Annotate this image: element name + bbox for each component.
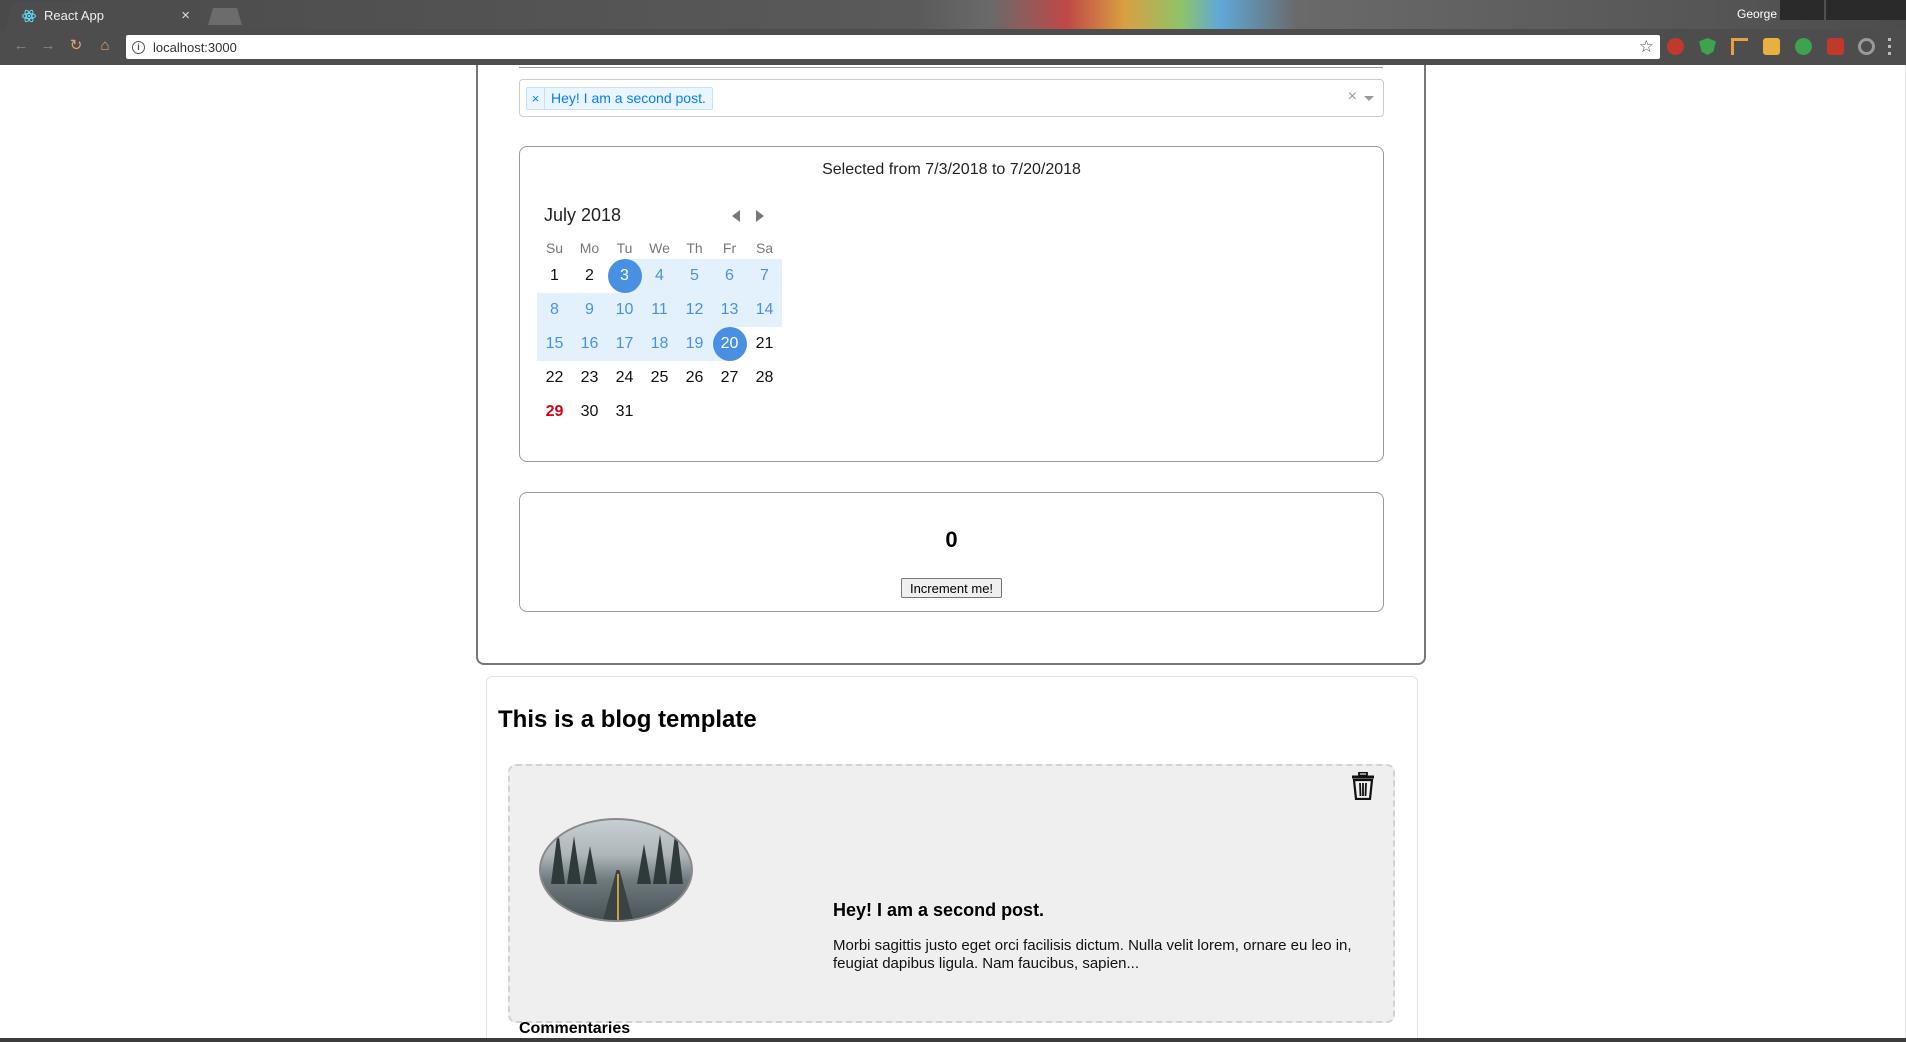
extension-note-icon[interactable]: [1763, 38, 1780, 55]
tab-close-icon[interactable]: ×: [181, 7, 190, 24]
calendar-day[interactable]: 26: [677, 361, 712, 395]
weekday-label: Sa: [755, 240, 774, 256]
calendar-day[interactable]: 24: [607, 361, 642, 395]
previous-month-icon[interactable]: [732, 210, 740, 222]
post-excerpt: Morbi sagittis justo eget orci facilisis…: [833, 937, 1352, 972]
trash-icon[interactable]: [1351, 772, 1375, 800]
calendar-day[interactable]: 8: [537, 293, 572, 327]
extension-grid-icon[interactable]: [1827, 38, 1844, 55]
calendar-day[interactable]: 11: [642, 293, 677, 327]
home-icon[interactable]: ⌂: [97, 38, 113, 54]
calendar-day[interactable]: 2: [572, 259, 607, 293]
blog-title: This is a blog template: [498, 706, 757, 733]
calendar-day[interactable]: 16: [572, 327, 607, 361]
forward-arrow-icon[interactable]: →: [40, 38, 56, 54]
calendar-month-label: July 2018: [544, 205, 622, 225]
calendar-day[interactable]: 22: [537, 361, 572, 395]
calendar-day[interactable]: 6: [712, 259, 747, 293]
url-text[interactable]: localhost:3000: [153, 40, 237, 55]
calendar-day[interactable]: 30: [572, 395, 607, 429]
browser-menu-icon[interactable]: [1888, 38, 1892, 55]
increment-button[interactable]: Increment me!: [901, 578, 1002, 598]
calendar-week-row: 1234567: [537, 259, 782, 293]
post-multiselect[interactable]: × Hey! I am a second post. ×: [519, 79, 1384, 117]
minimize-button[interactable]: [1780, 0, 1824, 20]
comments-heading: Commentaries: [519, 1020, 631, 1037]
reload-icon[interactable]: ↻: [68, 38, 84, 54]
calendar-day[interactable]: 19: [677, 327, 712, 361]
selected-post-label: Hey! I am a second post.: [551, 90, 706, 106]
weekday-label: Fr: [722, 240, 737, 256]
browser-tab-strip: React App × George: [0, 0, 1906, 29]
counter-card: 0 Increment me!: [519, 492, 1384, 612]
bookmark-star-icon[interactable]: ☆: [1639, 37, 1654, 57]
calendar-day[interactable]: 31: [607, 395, 642, 429]
calendar-day[interactable]: 21: [747, 327, 782, 361]
calendar-day[interactable]: 9: [572, 293, 607, 327]
clear-selection-icon[interactable]: ×: [1348, 88, 1357, 106]
calendar-day[interactable]: 4: [642, 259, 677, 293]
calendar-day[interactable]: 14: [747, 293, 782, 327]
divider: [519, 67, 1383, 68]
remove-tag-icon[interactable]: ×: [527, 88, 545, 109]
weekday-label: We: [649, 240, 670, 256]
calendar-day[interactable]: 5: [677, 259, 712, 293]
page-viewport: × Hey! I am a second post. × Selected fr…: [0, 65, 1906, 1038]
post-heading: Hey! I am a second post.: [833, 900, 1045, 920]
site-info-icon[interactable]: i: [132, 40, 145, 54]
new-tab-button[interactable]: [208, 8, 242, 25]
address-bar[interactable]: i localhost:3000 ☆: [126, 35, 1660, 59]
calendar-day[interactable]: 27: [712, 361, 747, 395]
weekday-label: Su: [545, 240, 564, 256]
calendar-day[interactable]: 28: [747, 361, 782, 395]
maximize-button[interactable]: [1826, 0, 1870, 20]
back-arrow-icon[interactable]: ←: [13, 38, 29, 54]
extension-pin-icon[interactable]: [1731, 38, 1748, 55]
calendar-day[interactable]: 12: [677, 293, 712, 327]
calendar-grid: Su Mo Tu We Th Fr Sa 1 2 3 4 5 6 7 8 9 10 11 12 13 14 15 16 17…: [537, 237, 782, 429]
weekday-label: Tu: [616, 240, 633, 256]
dropdown-arrow-icon[interactable]: [1364, 96, 1374, 101]
browser-tab-react-app[interactable]: React App ×: [6, 2, 204, 29]
calendar-day[interactable]: 1: [537, 259, 572, 293]
selected-range-text: Selected from 7/3/2018 to 7/20/2018: [822, 161, 1081, 178]
calendar-day[interactable]: 3: [607, 259, 642, 293]
calendar-week-row: 15 16 17 18 19 20 21: [537, 327, 782, 361]
extension-chat-icon[interactable]: [1795, 38, 1812, 55]
react-logo-icon: [22, 9, 36, 22]
extension-adblock-icon[interactable]: [1667, 38, 1684, 55]
calendar-week-row: 22 23 24 25 26 27 28: [537, 361, 782, 395]
forest-road-image: [539, 818, 693, 922]
extension-circle-icon[interactable]: [1858, 38, 1875, 55]
calendar-week-row: 8 9 10 11 12 13 14: [537, 293, 782, 327]
calendar-week-row: 29 30 31: [537, 395, 782, 429]
calendar-day[interactable]: 23: [572, 361, 607, 395]
calendar-day[interactable]: 17: [607, 327, 642, 361]
close-window-button[interactable]: [1870, 0, 1906, 20]
next-month-icon[interactable]: [756, 210, 764, 222]
calendar-weekday-row: Su Mo Tu We Th Fr Sa: [537, 237, 782, 259]
calendar-day[interactable]: 29: [537, 395, 572, 429]
weekday-label: Th: [686, 240, 703, 256]
window-bottom-edge: [0, 1038, 1906, 1042]
calendar-day[interactable]: 13: [712, 293, 747, 327]
selected-post-tag: × Hey! I am a second post.: [526, 87, 713, 110]
calendar-day[interactable]: 25: [642, 361, 677, 395]
date-range-card: Selected from 7/3/2018 to 7/20/2018 July…: [519, 146, 1384, 462]
calendar-day[interactable]: 20: [712, 327, 747, 361]
calendar-day-label: 20: [712, 327, 747, 361]
counter-value: 0: [945, 527, 958, 552]
calendar-day[interactable]: 18: [642, 327, 677, 361]
calendar-day-label: 3: [607, 259, 642, 293]
calendar-day[interactable]: 7: [747, 259, 782, 293]
weekday-label: Mo: [579, 240, 600, 256]
tab-title: React App: [44, 8, 104, 23]
calendar-day[interactable]: 15: [537, 327, 572, 361]
profile-name[interactable]: George: [1737, 7, 1777, 21]
calendar-day[interactable]: 10: [607, 293, 642, 327]
